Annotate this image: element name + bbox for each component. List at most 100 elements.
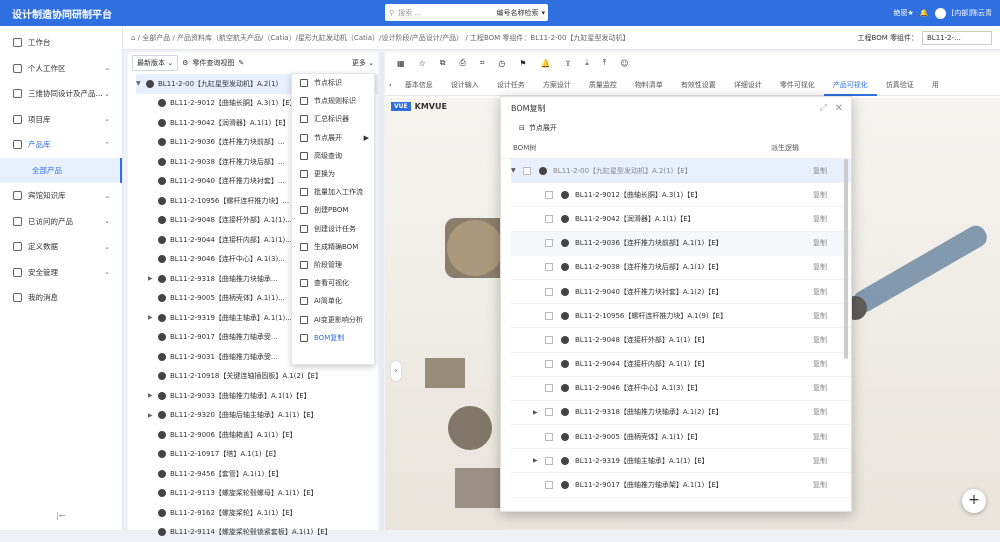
- row-checkbox[interactable]: [545, 360, 553, 368]
- expand-toggle-icon[interactable]: ▶: [533, 457, 545, 464]
- row-checkbox[interactable]: [545, 239, 553, 247]
- tree-row[interactable]: BL11-2-10918【关键连轴插固板】A.1(2)【E】: [136, 367, 378, 387]
- expand-toggle-icon[interactable]: ▼: [136, 80, 146, 87]
- tab-item[interactable]: 方案设计: [534, 80, 580, 90]
- tree-row[interactable]: BL11-2-9006【曲轴箱盖】A.1(1)【E】: [136, 425, 378, 445]
- menu-item[interactable]: AI变更影响分析: [292, 310, 374, 328]
- sidebar-item[interactable]: 定义数据⌄: [0, 234, 122, 260]
- tab-item[interactable]: 设计输入: [442, 80, 488, 90]
- derive-logic-value[interactable]: 复制: [813, 359, 827, 369]
- derive-logic-value[interactable]: 复制: [813, 480, 827, 490]
- clock-icon[interactable]: ◷: [498, 59, 505, 68]
- tag-icon[interactable]: ⌗: [480, 58, 485, 68]
- print-icon[interactable]: ⎙: [459, 58, 465, 68]
- version-select[interactable]: 最新版本 ⌄: [132, 55, 178, 71]
- tab-item[interactable]: 产品可视化: [824, 74, 877, 96]
- sidebar-item[interactable]: 安全管理⌄: [0, 260, 122, 286]
- dialog-row[interactable]: BL11-2-9017【曲轴推力轴承架】A.1(1)【E】复制: [511, 473, 851, 497]
- derive-logic-value[interactable]: 复制: [813, 407, 827, 417]
- derive-logic-value[interactable]: 复制: [813, 166, 827, 176]
- menu-item[interactable]: 阶段管理: [292, 256, 374, 274]
- tree-row[interactable]: ▶BL11-2-9320【曲轴后轴主轴承】A.1(1)【E】: [136, 406, 378, 426]
- menu-item[interactable]: 查看可视化: [292, 274, 374, 292]
- sidebar-item[interactable]: 项目库⌄: [0, 107, 122, 133]
- sidebar-item[interactable]: 产品库⌃: [0, 132, 122, 158]
- menu-item[interactable]: 高级查询: [292, 147, 374, 165]
- breadcrumb-path[interactable]: ⌂ / 全部产品 / 产品资料库（航空航天产品/（Catia）/星形九缸发动机（…: [131, 33, 629, 43]
- tab-item[interactable]: 物料清单: [626, 80, 672, 90]
- row-checkbox[interactable]: [545, 312, 553, 320]
- collapse-sidebar-icon[interactable]: |←: [56, 511, 65, 520]
- tab-item[interactable]: 有效性设置: [672, 80, 725, 90]
- dialog-row[interactable]: BL11-2-9038【连杆推力块后部】A.1(1)【E】复制: [511, 256, 851, 280]
- tree-row[interactable]: BL11-2-9456【套管】A.1(1)【E】: [136, 464, 378, 484]
- maximize-icon[interactable]: ⤢: [820, 103, 827, 113]
- tree-row[interactable]: BL11-2-9113【螺旋桨轮毂螺母】A.1(1)【E】: [136, 484, 378, 504]
- dialog-row[interactable]: ▶BL11-2-9319【曲轴主轴承】A.1(1)【E】复制: [511, 449, 851, 473]
- menu-item[interactable]: 批量加入工作流: [292, 183, 374, 201]
- row-checkbox[interactable]: [545, 433, 553, 441]
- grid-icon[interactable]: ▦: [397, 59, 405, 68]
- derive-logic-value[interactable]: 复制: [813, 383, 827, 393]
- sidebar-item[interactable]: 我的消息: [0, 285, 122, 311]
- sidebar-item[interactable]: 三维协同设计及产品...⌄: [0, 81, 122, 107]
- expand-toggle-icon[interactable]: ▶: [533, 409, 545, 416]
- menu-item[interactable]: BOM复制: [292, 329, 374, 347]
- dialog-row[interactable]: BL11-2-9042【润滑器】A.1(1)【E】复制: [511, 207, 851, 231]
- dialog-scrollbar[interactable]: [844, 159, 848, 359]
- upload-icon[interactable]: ⤒: [603, 58, 607, 68]
- derive-logic-value[interactable]: 复制: [813, 214, 827, 224]
- dialog-row[interactable]: BL11-2-10956【螺杆连杆推力块】A.1(9)【E】复制: [511, 304, 851, 328]
- user-icon[interactable]: ☺: [620, 59, 628, 68]
- tree-row[interactable]: BL11-2-9162【螺旋桨轮】A.1(1)【E】: [136, 503, 378, 523]
- sidebar-item[interactable]: 已访问的产品⌄: [0, 209, 122, 235]
- search-mode-select[interactable]: 编号名称检索: [496, 8, 541, 18]
- menu-item[interactable]: 节点规则标识: [292, 92, 374, 110]
- share-icon[interactable]: ⇪: [565, 59, 572, 68]
- dialog-row[interactable]: BL11-2-9040【连杆推力块衬套】A.1(2)【E】复制: [511, 280, 851, 304]
- expand-toggle-icon[interactable]: ▶: [148, 314, 158, 321]
- tree-row[interactable]: ▶BL11-2-9033【曲轴推力轴承】A.1(1)【E】: [136, 386, 378, 406]
- menu-item[interactable]: 生成精确BOM: [292, 238, 374, 256]
- derive-logic-value[interactable]: 复制: [813, 287, 827, 297]
- tab-item[interactable]: 详细设计: [725, 80, 771, 90]
- tab-item[interactable]: 零件可视化: [771, 80, 824, 90]
- row-checkbox[interactable]: [545, 215, 553, 223]
- more-button[interactable]: 更多 ⌄: [352, 58, 374, 68]
- tab-item[interactable]: 基本信息: [396, 80, 442, 90]
- derive-logic-value[interactable]: 复制: [813, 432, 827, 442]
- expand-toggle-icon[interactable]: ▶: [148, 392, 158, 399]
- row-checkbox[interactable]: [545, 336, 553, 344]
- menu-item[interactable]: 节点标识: [292, 74, 374, 92]
- download-icon[interactable]: ⤓: [585, 58, 589, 68]
- avatar[interactable]: [935, 8, 946, 19]
- expand-nodes-button[interactable]: ⊟ 节点展开: [501, 119, 851, 137]
- dialog-row[interactable]: BL11-2-9044【连接杆内部】A.1(1)【E】复制: [511, 353, 851, 377]
- tab-item[interactable]: 仿真验证: [877, 80, 923, 90]
- sidebar-item[interactable]: 宾馆知识库⌄: [0, 183, 122, 209]
- context-select[interactable]: BL11-2-...: [922, 31, 992, 45]
- row-checkbox[interactable]: [545, 288, 553, 296]
- tab-item[interactable]: 用: [923, 80, 948, 90]
- tab-item[interactable]: 设计任务: [488, 80, 534, 90]
- expand-toggle-icon[interactable]: ▶: [148, 275, 158, 282]
- row-checkbox[interactable]: [545, 481, 553, 489]
- flag-icon[interactable]: ⚑: [519, 59, 526, 68]
- bell-icon[interactable]: 🔔: [920, 9, 929, 17]
- close-icon[interactable]: ✕: [835, 103, 843, 114]
- row-checkbox[interactable]: [523, 167, 531, 175]
- row-checkbox[interactable]: [545, 408, 553, 416]
- bell-icon[interactable]: 🔔: [541, 59, 551, 68]
- chevron-down-icon[interactable]: ▾: [541, 9, 548, 17]
- panel-expand-handle[interactable]: ›: [390, 360, 402, 382]
- filter-icon[interactable]: ⚙: [182, 59, 188, 67]
- dialog-row[interactable]: BL11-2-9005【曲柄壳体】A.1(1)【E】复制: [511, 425, 851, 449]
- tree-row[interactable]: BL11-2-10917【塔】A.1(1)【E】: [136, 445, 378, 465]
- expand-toggle-icon[interactable]: ▼: [511, 167, 523, 174]
- part-query-button[interactable]: 零件查询视图: [192, 58, 234, 68]
- dialog-row[interactable]: BL11-2-9046【连杆中心】A.1(3)【E】复制: [511, 377, 851, 401]
- tab-item[interactable]: 质量监控: [580, 80, 626, 90]
- user-name[interactable]: [内部]陈云青: [952, 8, 992, 18]
- menu-item[interactable]: 更换为: [292, 165, 374, 183]
- row-checkbox[interactable]: [545, 191, 553, 199]
